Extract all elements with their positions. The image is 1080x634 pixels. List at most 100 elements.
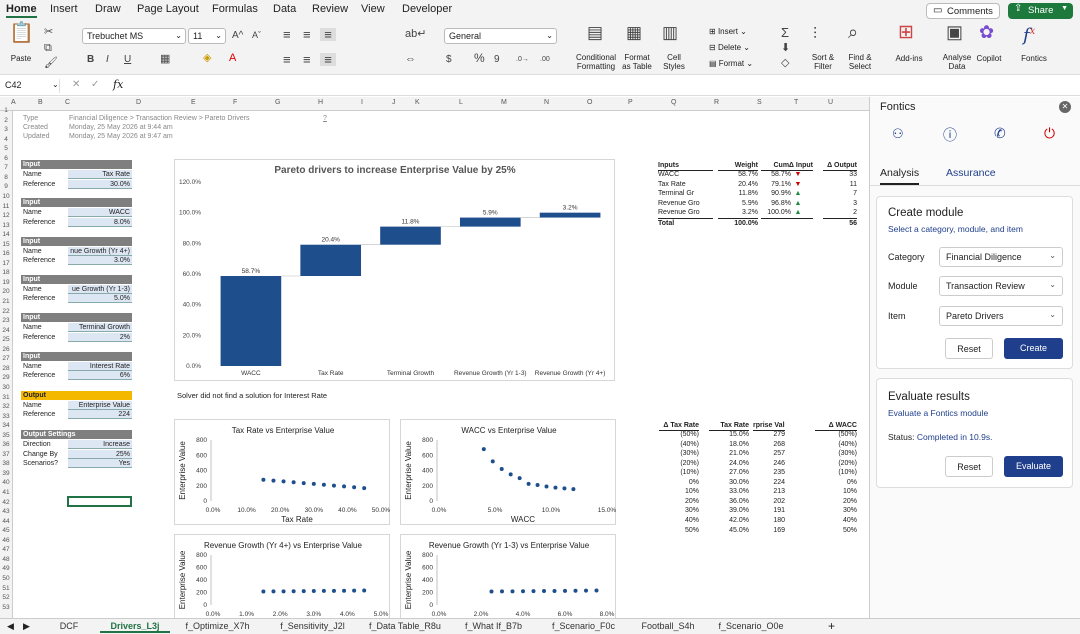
clear-icon[interactable]: ◇ [781,57,789,70]
sens-cell[interactable]: 30% [815,506,857,515]
sheet-tab[interactable]: Drivers_L3j [100,621,170,633]
sens-cell[interactable]: 50% [659,526,699,535]
input-ref-cell[interactable]: 5.0% [68,294,132,304]
sens-cell[interactable]: 202 [753,497,785,506]
next-sheet-icon[interactable]: ▶ [23,621,30,632]
column-header[interactable]: B [38,99,43,106]
addins-icon[interactable]: ⊞ [898,23,914,42]
sens-cell[interactable]: 24.0% [709,459,749,468]
cell-styles-icon[interactable]: ▥ [662,24,678,41]
comments-button[interactable]: ▭ Comments [926,3,1000,19]
pareto-cell[interactable]: 7 [823,189,857,198]
column-header[interactable]: S [757,99,762,106]
paste-label[interactable]: Paste [8,54,34,63]
setting-value[interactable]: Increase [68,440,132,449]
pareto-cell[interactable]: 11 [823,180,857,189]
tab-assurance[interactable]: Assurance [946,167,996,179]
row-header[interactable]: 2 [0,117,12,124]
row-header[interactable]: 53 [0,604,12,611]
sheet-tab[interactable]: DCF [40,621,98,631]
row-header[interactable]: 23 [0,317,12,324]
eval-reset-button[interactable]: Reset [945,456,993,477]
category-select[interactable]: Financial Diligence ⌄ [939,247,1063,267]
scatter-chart-rev13[interactable]: Revenue Growth (Yr 1-3) vs Enterprise Va… [400,534,616,618]
input-name-cell[interactable]: nue Growth (Yr 4+) [68,246,132,256]
row-header[interactable]: 39 [0,470,12,477]
addins-label[interactable]: Add-ins [892,54,926,63]
input-ref-cell[interactable]: 30.0% [68,179,132,189]
formula-input[interactable] [132,79,1072,93]
pareto-cell[interactable]: 58.7% [718,170,758,179]
row-header[interactable]: 3 [0,126,12,133]
reset-button[interactable]: Reset [945,338,993,359]
row-header[interactable]: 10 [0,193,12,200]
fontics-icon[interactable]: fx [1023,25,1035,45]
sens-cell[interactable]: 36.0% [709,497,749,506]
row-header[interactable]: 24 [0,327,12,334]
fontics-label[interactable]: Fontics [1017,54,1051,63]
format-painter-icon[interactable]: 🖌 [44,57,58,70]
align-middle-icon[interactable]: ≡ [303,28,311,41]
row-header[interactable]: 22 [0,308,12,315]
merge-icon[interactable]: ⇔ [405,53,416,66]
align-left-icon[interactable]: ≡ [283,53,291,66]
sens-cell[interactable]: 10% [815,487,857,496]
row-header[interactable]: 17 [0,260,12,267]
column-header[interactable]: Q [671,99,676,106]
column-header[interactable]: M [501,99,507,106]
sens-cell[interactable]: 246 [753,459,785,468]
font-family-select[interactable]: Trebuchet MS ⌄ [82,28,186,44]
pareto-cell[interactable]: WACC [658,170,713,179]
sens-cell[interactable]: 224 [753,478,785,487]
sens-cell[interactable]: 39.0% [709,506,749,515]
input-ref-cell[interactable]: 2% [68,332,132,342]
decrease-decimal-icon[interactable]: .00 [540,53,550,66]
sens-cell[interactable]: 30% [659,506,699,515]
row-header[interactable]: 21 [0,298,12,305]
row-header[interactable]: 36 [0,441,12,448]
align-top-icon[interactable]: ≡ [283,28,291,41]
sens-cell[interactable]: 20% [659,497,699,506]
row-header[interactable]: 26 [0,346,12,353]
column-header[interactable]: O [587,99,592,106]
pareto-cell[interactable]: ▼ [783,180,813,189]
power-icon[interactable]: ⏻ [1044,125,1055,142]
sens-cell[interactable]: 40% [659,516,699,525]
pareto-cell[interactable]: 11.8% [718,189,758,198]
font-size-select[interactable]: 11 ⌄ [188,28,226,44]
sens-cell[interactable]: 18.0% [709,440,749,449]
row-header[interactable]: 35 [0,432,12,439]
column-header[interactable]: R [714,99,719,106]
row-header[interactable]: 31 [0,394,12,401]
row-header[interactable]: 11 [0,203,12,210]
input-name-cell[interactable]: WACC [68,208,132,218]
user-settings-icon[interactable]: ⚇ [892,126,904,142]
row-header[interactable]: 28 [0,365,12,372]
column-header[interactable]: G [275,99,280,106]
tab-page-layout[interactable]: Page Layout [137,3,199,15]
pareto-cell[interactable]: Revenue Gro [658,208,713,217]
font-color-icon[interactable]: A [229,52,236,65]
input-name-cell[interactable]: Terminal Growth [68,323,132,333]
align-right-icon[interactable]: ≡ [320,53,336,66]
sens-cell[interactable]: 191 [753,506,785,515]
sheet-tab[interactable]: Football_S4h [630,621,706,631]
column-header[interactable]: F [233,99,237,106]
row-header[interactable]: 44 [0,518,12,525]
borders-icon[interactable]: ▦ [160,53,170,66]
column-header[interactable]: D [136,99,141,106]
row-header[interactable]: 9 [0,183,12,190]
sens-cell[interactable]: 40% [815,516,857,525]
input-ref-cell[interactable]: 3.0% [68,256,132,266]
sens-cell[interactable]: (10%) [815,468,857,477]
output-name-cell[interactable]: Enterprise Value [68,401,132,410]
tab-data[interactable]: Data [273,3,296,15]
pareto-cell[interactable]: Tax Rate [658,180,713,189]
row-header[interactable]: 13 [0,222,12,229]
sens-cell[interactable]: 180 [753,516,785,525]
format-as-table-icon[interactable]: ▦ [626,24,642,41]
input-name-cell[interactable]: ue Growth (Yr 1-3) [68,284,132,294]
row-header[interactable]: 50 [0,575,12,582]
number-format-select[interactable]: General ⌄ [444,28,557,44]
create-button[interactable]: Create [1004,338,1063,359]
